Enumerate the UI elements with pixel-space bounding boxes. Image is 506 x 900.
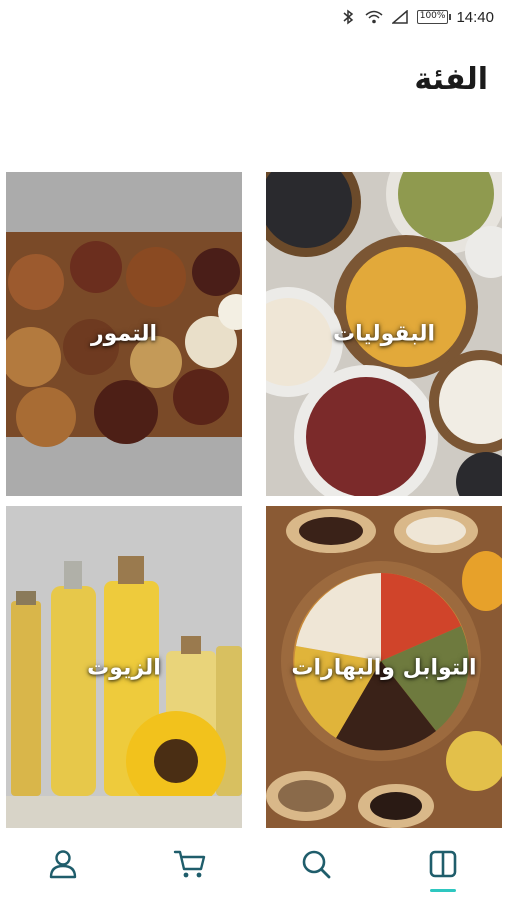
category-label: التوابل والبهارات [291, 655, 477, 681]
category-card-legumes[interactable]: البقوليات [266, 172, 502, 496]
nav-search[interactable] [286, 834, 346, 894]
cart-icon [173, 850, 205, 878]
signal-icon [391, 9, 409, 25]
nav-cart[interactable] [160, 834, 220, 894]
account-icon [50, 850, 77, 879]
nav-account[interactable] [33, 834, 93, 894]
nav-catalog[interactable] [413, 834, 473, 894]
category-grid: البقوليات التمور التوابل والبهارات الزيو… [6, 172, 502, 830]
status-bar: 100% 14:40 [0, 0, 506, 34]
bottom-nav [0, 828, 506, 900]
page-title: الفئة [414, 62, 488, 97]
category-card-spices[interactable]: التوابل والبهارات [266, 506, 502, 830]
category-label: التمور [91, 321, 157, 347]
category-label: البقوليات [332, 321, 436, 347]
category-card-oils[interactable]: الزيوت [6, 506, 242, 830]
active-tab-indicator [429, 889, 456, 892]
wifi-icon [365, 9, 383, 25]
search-icon [302, 850, 331, 879]
category-label: الزيوت [87, 655, 161, 681]
bluetooth-icon [339, 9, 357, 25]
battery-indicator: 100% [416, 10, 452, 24]
category-card-dates[interactable]: التمور [6, 172, 242, 496]
catalog-icon [429, 850, 457, 878]
clock: 14:40 [456, 8, 494, 26]
